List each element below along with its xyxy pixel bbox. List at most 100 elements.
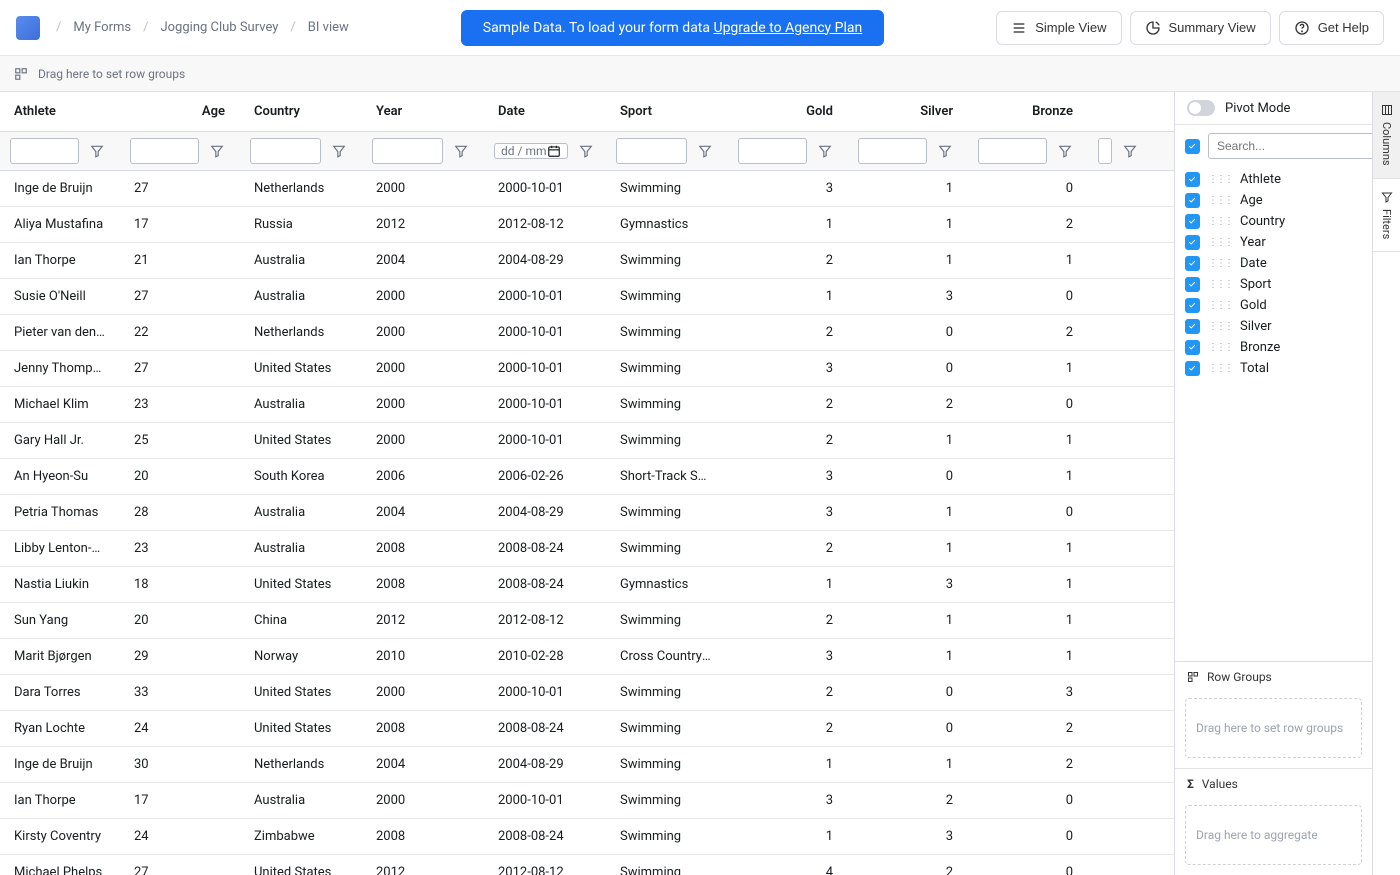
cell-bronze[interactable]: 1 [968, 531, 1088, 566]
drag-handle-icon[interactable]: ⋮⋮⋮ [1208, 195, 1232, 206]
filter-input-date[interactable]: dd / mm [494, 143, 568, 159]
cell-age[interactable]: 22 [120, 315, 240, 350]
cell-gold[interactable]: 2 [728, 423, 848, 458]
cell-gold[interactable]: 3 [728, 459, 848, 494]
cell-silver[interactable]: 1 [848, 603, 968, 638]
cell-total[interactable] [1088, 711, 1148, 746]
column-toggle-item[interactable]: ⋮⋮⋮ Bronze [1185, 337, 1362, 358]
cell-bronze[interactable]: 2 [968, 711, 1088, 746]
cell-bronze[interactable]: 1 [968, 603, 1088, 638]
cell-date[interactable]: 2000-10-01 [484, 351, 606, 386]
cell-country[interactable]: United States [240, 351, 362, 386]
filter-input-total[interactable] [1098, 138, 1112, 164]
cell-silver[interactable]: 0 [848, 351, 968, 386]
cell-sport[interactable]: Swimming [606, 351, 728, 386]
cell-date[interactable]: 2012-08-12 [484, 207, 606, 242]
cell-year[interactable]: 2000 [362, 783, 484, 818]
column-checkbox[interactable] [1185, 340, 1200, 355]
filter-input-athlete[interactable] [10, 138, 79, 164]
cell-sport[interactable]: Swimming [606, 279, 728, 314]
cell-athlete[interactable]: Michael Klim [0, 387, 120, 422]
cell-date[interactable]: 2006-02-26 [484, 459, 606, 494]
cell-date[interactable]: 2008-08-24 [484, 567, 606, 602]
cell-sport[interactable]: Gymnastics [606, 207, 728, 242]
column-toggle-item[interactable]: ⋮⋮⋮ Year [1185, 232, 1362, 253]
cell-bronze[interactable]: 1 [968, 567, 1088, 602]
column-header-age[interactable]: Age [120, 92, 240, 131]
cell-date[interactable]: 2008-08-24 [484, 819, 606, 854]
cell-athlete[interactable]: Aliya Mustafina [0, 207, 120, 242]
column-toggle-item[interactable]: ⋮⋮⋮ Silver [1185, 316, 1362, 337]
cell-silver[interactable]: 1 [848, 423, 968, 458]
cell-year[interactable]: 2008 [362, 567, 484, 602]
cell-athlete[interactable]: Pieter van den H... [0, 315, 120, 350]
cell-gold[interactable]: 2 [728, 603, 848, 638]
cell-year[interactable]: 2012 [362, 855, 484, 875]
cell-age[interactable]: 27 [120, 279, 240, 314]
table-row[interactable]: Dara Torres33United States20002000-10-01… [0, 675, 1174, 711]
row-group-drop-bar[interactable]: Drag here to set row groups [0, 56, 1400, 92]
filter-input-age[interactable] [130, 138, 199, 164]
cell-silver[interactable]: 1 [848, 639, 968, 674]
cell-silver[interactable]: 1 [848, 495, 968, 530]
cell-sport[interactable]: Swimming [606, 675, 728, 710]
data-grid[interactable]: AthleteAgeCountryYearDateSportGoldSilver… [0, 92, 1174, 875]
table-row[interactable]: Ian Thorpe17Australia20002000-10-01Swimm… [0, 783, 1174, 819]
cell-total[interactable] [1088, 819, 1148, 854]
cell-age[interactable]: 33 [120, 675, 240, 710]
select-all-columns-checkbox[interactable] [1185, 139, 1200, 154]
cell-total[interactable] [1088, 747, 1148, 782]
drag-handle-icon[interactable]: ⋮⋮⋮ [1208, 300, 1232, 311]
cell-total[interactable] [1088, 279, 1148, 314]
cell-total[interactable] [1088, 423, 1148, 458]
cell-silver[interactable]: 2 [848, 783, 968, 818]
cell-age[interactable]: 27 [120, 855, 240, 875]
cell-sport[interactable]: Swimming [606, 315, 728, 350]
row-groups-drop-zone[interactable]: Drag here to set row groups [1185, 698, 1362, 758]
cell-total[interactable] [1088, 351, 1148, 386]
cell-athlete[interactable]: Nastia Liukin [0, 567, 120, 602]
column-toggle-item[interactable]: ⋮⋮⋮ Athlete [1185, 169, 1362, 190]
column-header-silver[interactable]: Silver [848, 92, 968, 131]
cell-year[interactable]: 2000 [362, 315, 484, 350]
filter-menu-button-age[interactable] [205, 139, 229, 163]
column-toggle-item[interactable]: ⋮⋮⋮ Sport [1185, 274, 1362, 295]
table-row[interactable]: Ryan Lochte24United States20082008-08-24… [0, 711, 1174, 747]
cell-sport[interactable]: Gymnastics [606, 567, 728, 602]
cell-country[interactable]: Australia [240, 531, 362, 566]
column-header-date[interactable]: Date [484, 92, 606, 131]
cell-total[interactable] [1088, 531, 1148, 566]
cell-age[interactable]: 27 [120, 171, 240, 206]
cell-sport[interactable]: Swimming [606, 531, 728, 566]
simple-view-button[interactable]: Simple View [996, 11, 1121, 45]
cell-gold[interactable]: 1 [728, 207, 848, 242]
column-toggle-item[interactable]: ⋮⋮⋮ Gold [1185, 295, 1362, 316]
cell-age[interactable]: 23 [120, 531, 240, 566]
cell-bronze[interactable]: 0 [968, 783, 1088, 818]
table-row[interactable]: Ian Thorpe21Australia20042004-08-29Swimm… [0, 243, 1174, 279]
cell-gold[interactable]: 2 [728, 315, 848, 350]
cell-country[interactable]: Australia [240, 783, 362, 818]
cell-athlete[interactable]: Ian Thorpe [0, 783, 120, 818]
cell-athlete[interactable]: Gary Hall Jr. [0, 423, 120, 458]
cell-gold[interactable]: 2 [728, 243, 848, 278]
cell-country[interactable]: Netherlands [240, 171, 362, 206]
cell-country[interactable]: China [240, 603, 362, 638]
table-row[interactable]: Michael Klim23Australia20002000-10-01Swi… [0, 387, 1174, 423]
cell-total[interactable] [1088, 783, 1148, 818]
cell-age[interactable]: 17 [120, 207, 240, 242]
filter-menu-button-total[interactable] [1118, 139, 1142, 163]
cell-athlete[interactable]: An Hyeon-Su [0, 459, 120, 494]
cell-sport[interactable]: Swimming [606, 711, 728, 746]
drag-handle-icon[interactable]: ⋮⋮⋮ [1208, 363, 1232, 374]
cell-date[interactable]: 2004-08-29 [484, 243, 606, 278]
cell-total[interactable] [1088, 243, 1148, 278]
cell-athlete[interactable]: Inge de Bruijn [0, 171, 120, 206]
cell-sport[interactable]: Swimming [606, 423, 728, 458]
cell-year[interactable]: 2000 [362, 279, 484, 314]
cell-gold[interactable]: 2 [728, 711, 848, 746]
cell-year[interactable]: 2004 [362, 747, 484, 782]
cell-sport[interactable]: Swimming [606, 171, 728, 206]
column-header-bronze[interactable]: Bronze [968, 92, 1088, 131]
cell-sport[interactable]: Swimming [606, 495, 728, 530]
